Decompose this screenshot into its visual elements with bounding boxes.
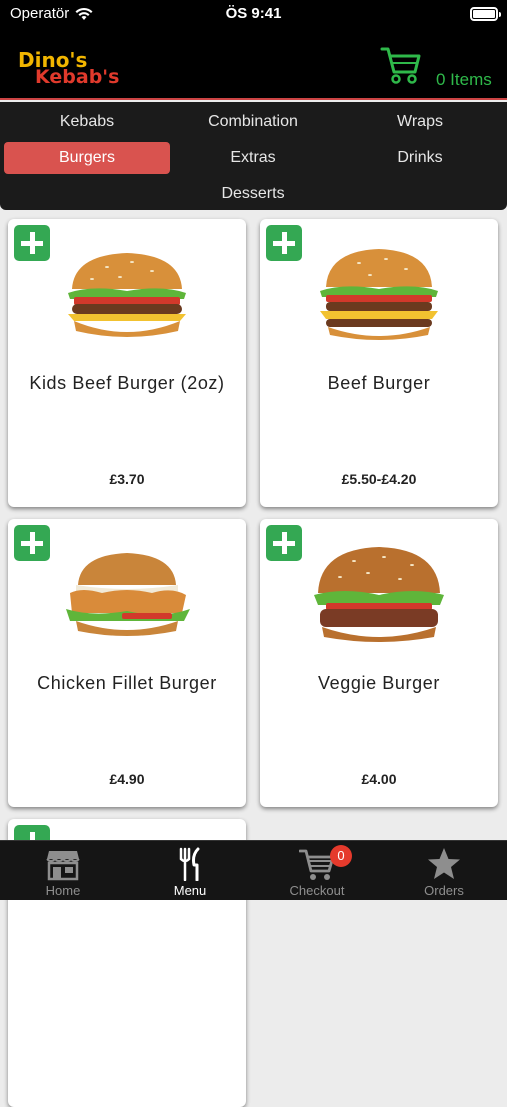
fork-knife-icon xyxy=(179,847,200,881)
cart-items-count[interactable]: 0 Items xyxy=(436,70,492,90)
checkout-badge: 0 xyxy=(330,845,352,867)
tab-orders[interactable]: Orders xyxy=(381,841,507,901)
burger-image xyxy=(320,249,438,340)
add-item-button[interactable] xyxy=(266,525,302,561)
tab-home[interactable]: Home xyxy=(0,841,126,901)
product-name: Kids Beef Burger (2oz) xyxy=(29,373,225,393)
product-name: Beef Burger xyxy=(327,373,431,393)
tab-label: Menu xyxy=(173,883,207,898)
add-item-button[interactable] xyxy=(14,225,50,261)
app-header: Dino's Kebab's 0 Items xyxy=(0,30,507,100)
tab-menu[interactable]: Menu xyxy=(127,841,253,901)
product-card[interactable]: Beef Burger £5.50-£4.20 xyxy=(260,219,498,507)
star-icon xyxy=(428,848,460,879)
logo-line2: Kebab's xyxy=(35,66,120,88)
burger-image xyxy=(68,253,186,337)
category-menu: Kebabs Combination Wraps Burgers Extras … xyxy=(0,102,507,210)
product-price: £4.90 xyxy=(109,771,145,787)
chicken-burger-image xyxy=(66,553,190,636)
tab-label: Home xyxy=(45,883,81,898)
add-item-button[interactable] xyxy=(266,225,302,261)
product-price: £3.70 xyxy=(109,471,145,487)
veggie-burger-image xyxy=(314,547,444,642)
cart-icon[interactable] xyxy=(380,44,422,86)
tab-bar: Home Menu Checkout Orders 0 xyxy=(0,840,507,900)
battery-icon xyxy=(470,7,501,21)
product-price: £4.00 xyxy=(361,771,397,787)
store-icon xyxy=(46,851,80,881)
category-combination[interactable]: Combination xyxy=(170,106,336,138)
category-desserts[interactable]: Desserts xyxy=(170,178,336,210)
category-wraps[interactable]: Wraps xyxy=(337,106,503,138)
category-extras[interactable]: Extras xyxy=(170,142,336,174)
product-card[interactable]: Kids Beef Burger (2oz) £3.70 xyxy=(8,219,246,507)
product-name: Veggie Burger xyxy=(318,673,440,693)
tab-label: Checkout xyxy=(289,883,345,898)
status-bar: Operatör ÖS 9:41 xyxy=(0,0,507,30)
tab-label: Orders xyxy=(424,883,464,898)
product-card[interactable]: Chicken Fillet Burger £4.90 xyxy=(8,519,246,807)
category-drinks[interactable]: Drinks xyxy=(337,142,503,174)
tab-checkout[interactable]: Checkout xyxy=(254,841,380,901)
status-time: ÖS 9:41 xyxy=(225,5,282,22)
product-price: £5.50-£4.20 xyxy=(341,471,417,487)
product-card[interactable]: Veggie Burger £4.00 xyxy=(260,519,498,807)
app-logo[interactable]: Dino's Kebab's xyxy=(18,48,128,88)
category-kebabs[interactable]: Kebabs xyxy=(4,106,170,138)
category-burgers[interactable]: Burgers xyxy=(4,142,170,174)
product-name: Chicken Fillet Burger xyxy=(37,673,217,693)
add-item-button[interactable] xyxy=(14,525,50,561)
